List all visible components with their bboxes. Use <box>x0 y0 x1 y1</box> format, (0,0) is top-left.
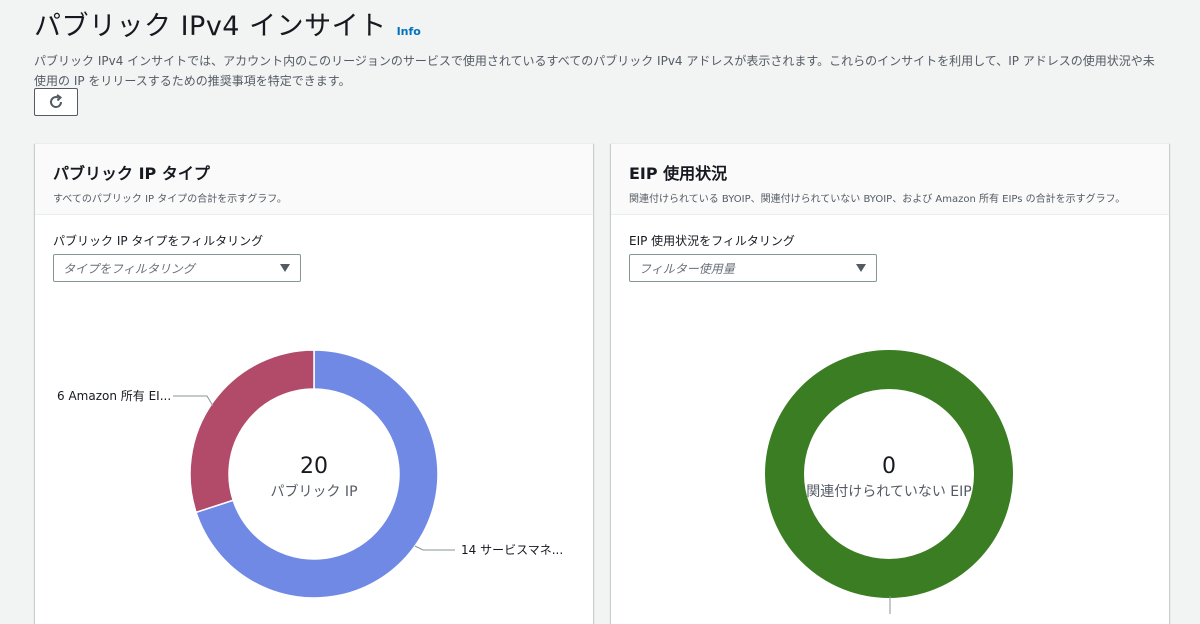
page-header: パブリック IPv4 インサイト Info パブリック IPv4 インサイトでは… <box>34 0 1174 91</box>
refresh-button[interactable] <box>34 88 78 116</box>
slice-label-service: 14 サービスマネ... <box>461 543 563 557</box>
public-ip-types-panel: パブリック IP タイプ すべてのパブリック IP タイプの合計を示すグラフ。 … <box>35 143 593 624</box>
leader-line-amazon <box>173 395 214 407</box>
refresh-icon <box>50 94 63 108</box>
title-row: パブリック IPv4 インサイト Info <box>34 4 1174 43</box>
eip-usage-panel: EIP 使用状況 関連付けられている BYOIP、関連付けられていない BYOI… <box>611 143 1169 624</box>
slice-label-amazon: 6 Amazon 所有 EI... <box>57 389 171 403</box>
eip-usage-donut-chart: 0 関連付けられていない EIP <box>765 350 1013 614</box>
chart-center-label: パブリック IP <box>270 483 357 500</box>
leader-line-service <box>414 545 455 551</box>
page-description: パブリック IPv4 インサイトでは、アカウント内のこのリージョンのサービスで使… <box>34 54 1155 88</box>
public-ip-donut-chart: 20 パブリック IP 6 Amazon 所有 EI... 14 サービスマネ.… <box>57 349 563 599</box>
chart-center-value: 0 <box>882 454 896 479</box>
chart-center-value: 20 <box>300 454 328 479</box>
chart-center-label: 関連付けられていない EIP <box>806 484 971 500</box>
page-title: パブリック IPv4 インサイト <box>34 11 387 42</box>
info-link[interactable]: Info <box>397 25 421 38</box>
